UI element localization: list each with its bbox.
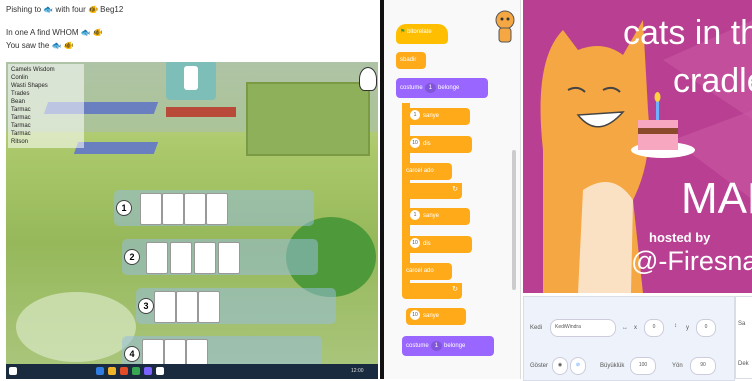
stage-map-label: MAP bbox=[681, 174, 752, 223]
x-arrows-icon: ↔ bbox=[622, 325, 628, 331]
show-visible-button[interactable]: ◉ bbox=[552, 357, 568, 375]
y-field[interactable]: 0 bbox=[696, 319, 716, 337]
code-block[interactable]: 1 sanye bbox=[406, 108, 470, 125]
loop-footer: ↻ bbox=[402, 183, 462, 199]
card-row-2[interactable]: 2 bbox=[122, 239, 318, 275]
card[interactable] bbox=[146, 242, 168, 274]
card[interactable] bbox=[140, 193, 162, 225]
code-block[interactable]: 1 sanye bbox=[406, 208, 470, 225]
value-oval: 1 bbox=[410, 210, 420, 221]
code-block[interactable]: carcel ado bbox=[402, 163, 452, 180]
taskbar-app-icon[interactable] bbox=[132, 367, 140, 375]
instruction-line-2: In one A find WHOM 🐟 🐠 bbox=[6, 28, 103, 37]
code-block[interactable]: carcel ado bbox=[402, 263, 452, 280]
stage-title-line-1: cats in the bbox=[623, 14, 752, 52]
y-label: y bbox=[686, 325, 689, 331]
instruction-line-3: You saw the 🐟 🐠 bbox=[6, 41, 74, 50]
x-field[interactable]: 0 bbox=[644, 319, 664, 337]
stage[interactable]: cats in the cradle MAP hosted by @-Fires… bbox=[523, 0, 752, 293]
stage-panel: cats in the cradle MAP hosted by @-Fires… bbox=[520, 0, 752, 381]
scrollbar[interactable] bbox=[512, 150, 516, 290]
taskbar-app-icon[interactable] bbox=[108, 367, 116, 375]
value-oval: 1 bbox=[410, 110, 420, 121]
stage-title-line-2: cradle bbox=[673, 62, 752, 100]
side-label-2: Dek bbox=[738, 361, 749, 367]
sprite-label: Kedi bbox=[530, 325, 543, 331]
maze-walls bbox=[246, 82, 370, 156]
card-row-3[interactable]: 3 bbox=[136, 288, 336, 324]
row-number: 2 bbox=[124, 249, 140, 265]
value-oval: 10 bbox=[410, 310, 420, 321]
code-block[interactable]: costume 1 belonge bbox=[402, 336, 494, 356]
code-block[interactable]: costume 1 belonge bbox=[396, 78, 488, 98]
card[interactable] bbox=[142, 339, 164, 364]
card-row-1[interactable]: 1 bbox=[114, 190, 314, 226]
x-label: x bbox=[634, 325, 637, 331]
taskbar: 12:00 bbox=[6, 364, 378, 379]
start-icon[interactable] bbox=[9, 367, 17, 375]
taskbar-app-icon[interactable] bbox=[96, 367, 104, 375]
card[interactable] bbox=[164, 339, 186, 364]
fog bbox=[16, 292, 136, 362]
solar-panel bbox=[73, 142, 159, 154]
loop-arrow-icon: ↻ bbox=[452, 286, 458, 293]
show-label: Göster bbox=[530, 363, 549, 369]
loop-footer: ↻ bbox=[402, 283, 462, 299]
y-arrows-icon: ↕ bbox=[674, 323, 677, 329]
row-number: 3 bbox=[138, 298, 154, 314]
game-window[interactable]: Pishing to 🐟 with four 🐠 Beg12 In one A … bbox=[0, 0, 380, 379]
value-oval: 10 bbox=[410, 138, 420, 149]
card[interactable] bbox=[184, 193, 206, 225]
stage-hosted-by: hosted by bbox=[649, 230, 711, 245]
card[interactable] bbox=[154, 291, 176, 323]
card[interactable] bbox=[170, 242, 192, 274]
hide-button[interactable]: ⊘ bbox=[570, 357, 586, 375]
red-building bbox=[166, 107, 236, 117]
card[interactable] bbox=[218, 242, 240, 274]
code-block[interactable]: 10 dis bbox=[406, 136, 472, 153]
clock: 12:00 bbox=[351, 368, 364, 374]
row-number: 1 bbox=[116, 200, 132, 216]
stage-side-panel: Sa Dek bbox=[735, 296, 752, 379]
stage-host: @-Firesnake- bbox=[631, 246, 752, 276]
row-number: 4 bbox=[124, 346, 140, 362]
card[interactable] bbox=[198, 291, 220, 323]
game-scene[interactable]: Camels Wisdom Conlin Wasti Shapes Trades… bbox=[6, 62, 378, 364]
card[interactable] bbox=[206, 193, 228, 225]
taskbar-app-icon[interactable] bbox=[156, 367, 164, 375]
card[interactable] bbox=[176, 291, 198, 323]
when-flag-clicked-block[interactable]: ⚑ bitorelate bbox=[396, 24, 448, 44]
green-flag-icon: ⚑ bbox=[400, 29, 406, 35]
value-oval: 10 bbox=[410, 238, 420, 249]
sprite-name-field[interactable]: KediWindra bbox=[550, 319, 616, 337]
code-block[interactable]: 10 sanye bbox=[406, 308, 466, 325]
side-label-1: Sa bbox=[738, 321, 746, 327]
code-block[interactable]: 10 dis bbox=[406, 236, 472, 253]
preview-card bbox=[166, 62, 216, 100]
card[interactable] bbox=[194, 242, 216, 274]
instruction-line-1: Pishing to 🐟 with four 🐠 Beg12 bbox=[6, 5, 124, 14]
code-block[interactable]: sbadir bbox=[396, 52, 426, 69]
card[interactable] bbox=[186, 339, 208, 364]
card-row-4[interactable]: 4 bbox=[122, 336, 322, 364]
loop-arrow-icon: ↻ bbox=[452, 186, 458, 193]
taskbar-app-icon[interactable] bbox=[144, 367, 152, 375]
direction-label: Yön bbox=[672, 363, 683, 369]
taskbar-app-icon[interactable] bbox=[120, 367, 128, 375]
direction-field[interactable]: 90 bbox=[690, 357, 716, 375]
sprite-properties: Kedi KediWindra ↔ x 0 ↕ y 0 Göster ◉ ⊘ B… bbox=[523, 296, 735, 381]
size-label: Büyüklük bbox=[600, 363, 625, 369]
robot-icon[interactable] bbox=[359, 67, 377, 91]
code-area[interactable]: ⚑ bitorelate sbadir costume 1 belonge 1 san… bbox=[380, 0, 520, 379]
legend-panel: Camels Wisdom Conlin Wasti Shapes Trades… bbox=[8, 64, 84, 148]
cat-sprite-icon bbox=[494, 8, 516, 46]
card[interactable] bbox=[162, 193, 184, 225]
size-field[interactable]: 100 bbox=[630, 357, 656, 375]
